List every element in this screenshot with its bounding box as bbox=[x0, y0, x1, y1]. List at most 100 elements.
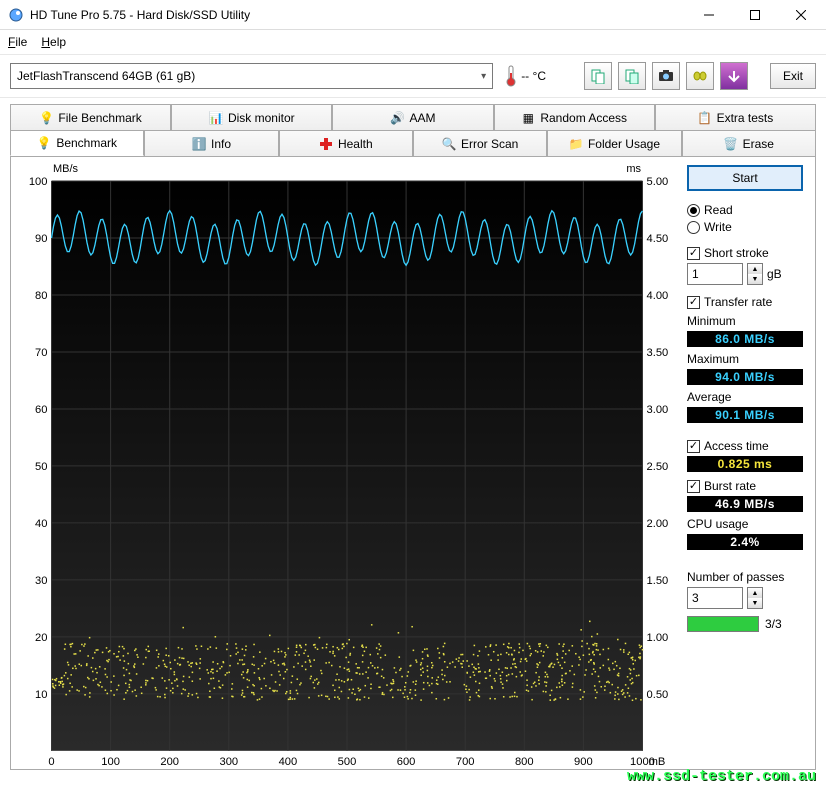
maximize-button[interactable] bbox=[732, 0, 778, 30]
copy-results-button[interactable] bbox=[618, 62, 646, 90]
tab-aam[interactable]: 🔊AAM bbox=[332, 104, 493, 130]
check-burst-rate[interactable]: Burst rate bbox=[687, 479, 803, 493]
start-button[interactable]: Start bbox=[687, 165, 803, 191]
svg-text:0.50: 0.50 bbox=[647, 689, 669, 701]
svg-text:4.50: 4.50 bbox=[647, 233, 669, 245]
value-minimum: 86.0 MB/s bbox=[687, 331, 803, 347]
trash-icon: 🗑️ bbox=[724, 137, 738, 151]
svg-text:2.00: 2.00 bbox=[647, 518, 669, 530]
check-transfer-rate[interactable]: Transfer rate bbox=[687, 295, 803, 309]
titlebar: HD Tune Pro 5.75 - Hard Disk/SSD Utility bbox=[0, 0, 826, 30]
tabs-area: 💡File Benchmark 📊Disk monitor 🔊AAM ▦Rand… bbox=[0, 98, 826, 770]
svg-text:70: 70 bbox=[35, 347, 47, 359]
tab-random-access[interactable]: ▦Random Access bbox=[494, 104, 655, 130]
tab-erase[interactable]: 🗑️Erase bbox=[682, 130, 816, 156]
svg-text:400: 400 bbox=[279, 756, 298, 768]
menu-file[interactable]: File bbox=[8, 35, 27, 49]
svg-text:2.50: 2.50 bbox=[647, 461, 669, 473]
check-access-time[interactable]: Access time bbox=[687, 439, 803, 453]
svg-text:50: 50 bbox=[35, 461, 47, 473]
label-average: Average bbox=[687, 390, 803, 404]
svg-text:90: 90 bbox=[35, 233, 47, 245]
checkbox-on-icon bbox=[687, 247, 700, 260]
svg-text:500: 500 bbox=[338, 756, 357, 768]
svg-text:100: 100 bbox=[101, 756, 120, 768]
options-button[interactable] bbox=[686, 62, 714, 90]
svg-text:900: 900 bbox=[574, 756, 593, 768]
spin-down-icon[interactable]: ▼ bbox=[748, 598, 762, 608]
svg-text:10: 10 bbox=[35, 689, 47, 701]
folder-icon: 📁 bbox=[569, 137, 583, 151]
toolbar: JetFlashTranscend 64GB (61 gB) ▾ -- °C E… bbox=[0, 54, 826, 98]
axis-label-left: MB/s bbox=[53, 163, 78, 175]
tab-info[interactable]: ℹ️Info bbox=[144, 130, 278, 156]
tab-file-benchmark[interactable]: 💡File Benchmark bbox=[10, 104, 171, 130]
label-maximum: Maximum bbox=[687, 352, 803, 366]
svg-text:1.00: 1.00 bbox=[647, 632, 669, 644]
tab-folder-usage[interactable]: 📁Folder Usage bbox=[547, 130, 681, 156]
spin-down-icon[interactable]: ▼ bbox=[748, 274, 762, 284]
spin-up-icon[interactable]: ▲ bbox=[748, 588, 762, 598]
passes-spinner[interactable]: 3 ▲▼ bbox=[687, 587, 803, 609]
svg-text:mB: mB bbox=[649, 756, 666, 768]
lightbulb-icon: 💡 bbox=[37, 136, 51, 150]
value-cpu-usage: 2.4% bbox=[687, 534, 803, 550]
value-access-time: 0.825 ms bbox=[687, 456, 803, 472]
minimize-button[interactable] bbox=[686, 0, 732, 30]
svg-text:60: 60 bbox=[35, 404, 47, 416]
save-button[interactable] bbox=[720, 62, 748, 90]
radio-off-icon bbox=[687, 221, 700, 234]
label-cpu-usage: CPU usage bbox=[687, 517, 803, 531]
progress-row: 3/3 bbox=[687, 616, 803, 632]
health-icon bbox=[319, 137, 333, 151]
window-title: HD Tune Pro 5.75 - Hard Disk/SSD Utility bbox=[30, 8, 686, 22]
radio-read[interactable]: Read bbox=[687, 203, 803, 217]
copy-info-button[interactable] bbox=[584, 62, 612, 90]
drive-select[interactable]: JetFlashTranscend 64GB (61 gB) ▾ bbox=[10, 63, 493, 89]
svg-text:600: 600 bbox=[397, 756, 416, 768]
watermark: www.ssd-tester.com.au bbox=[627, 768, 816, 785]
benchmark-chart: 1020304050607080901000.501.001.502.002.5… bbox=[17, 163, 677, 763]
svg-text:0: 0 bbox=[48, 756, 54, 768]
clipboard-icon: 📋 bbox=[698, 111, 712, 125]
svg-text:700: 700 bbox=[456, 756, 475, 768]
svg-text:100: 100 bbox=[29, 177, 48, 188]
svg-text:300: 300 bbox=[219, 756, 238, 768]
exit-button[interactable]: Exit bbox=[770, 63, 816, 89]
tab-health[interactable]: Health bbox=[279, 130, 413, 156]
checkbox-on-icon bbox=[687, 480, 700, 493]
svg-text:1.50: 1.50 bbox=[647, 575, 669, 587]
menu-help[interactable]: Help bbox=[41, 35, 66, 49]
tab-benchmark[interactable]: 💡Benchmark bbox=[10, 130, 144, 156]
short-stroke-spinner[interactable]: 1 ▲▼ gB bbox=[687, 263, 803, 285]
menubar: File Help bbox=[0, 30, 826, 54]
tabs-row-lower: 💡Benchmark ℹ️Info Health 🔍Error Scan 📁Fo… bbox=[10, 130, 816, 156]
temperature-value: -- °C bbox=[521, 69, 546, 83]
tabs-row-upper: 💡File Benchmark 📊Disk monitor 🔊AAM ▦Rand… bbox=[10, 104, 816, 130]
value-maximum: 94.0 MB/s bbox=[687, 369, 803, 385]
chevron-down-icon: ▾ bbox=[481, 71, 486, 82]
checkbox-on-icon bbox=[687, 296, 700, 309]
close-button[interactable] bbox=[778, 0, 824, 30]
svg-text:5.00: 5.00 bbox=[647, 177, 669, 188]
check-short-stroke[interactable]: Short stroke bbox=[687, 246, 803, 260]
svg-text:80: 80 bbox=[35, 290, 47, 302]
tab-extra-tests[interactable]: 📋Extra tests bbox=[655, 104, 816, 130]
window-controls bbox=[686, 0, 824, 30]
speaker-icon: 🔊 bbox=[391, 111, 405, 125]
lightbulb-icon: 💡 bbox=[39, 111, 53, 125]
svg-text:20: 20 bbox=[35, 632, 47, 644]
screenshot-button[interactable] bbox=[652, 62, 680, 90]
tab-error-scan[interactable]: 🔍Error Scan bbox=[413, 130, 547, 156]
chart-svg: 1020304050607080901000.501.001.502.002.5… bbox=[17, 177, 677, 777]
temperature-display: -- °C bbox=[499, 65, 552, 87]
svg-text:800: 800 bbox=[515, 756, 534, 768]
info-icon: ℹ️ bbox=[192, 137, 206, 151]
benchmark-panel: 1020304050607080901000.501.001.502.002.5… bbox=[10, 156, 816, 770]
tab-disk-monitor[interactable]: 📊Disk monitor bbox=[171, 104, 332, 130]
chart-icon: 📊 bbox=[209, 111, 223, 125]
checkbox-on-icon bbox=[687, 440, 700, 453]
spin-up-icon[interactable]: ▲ bbox=[748, 264, 762, 274]
radio-write[interactable]: Write bbox=[687, 220, 803, 234]
svg-text:3.00: 3.00 bbox=[647, 404, 669, 416]
